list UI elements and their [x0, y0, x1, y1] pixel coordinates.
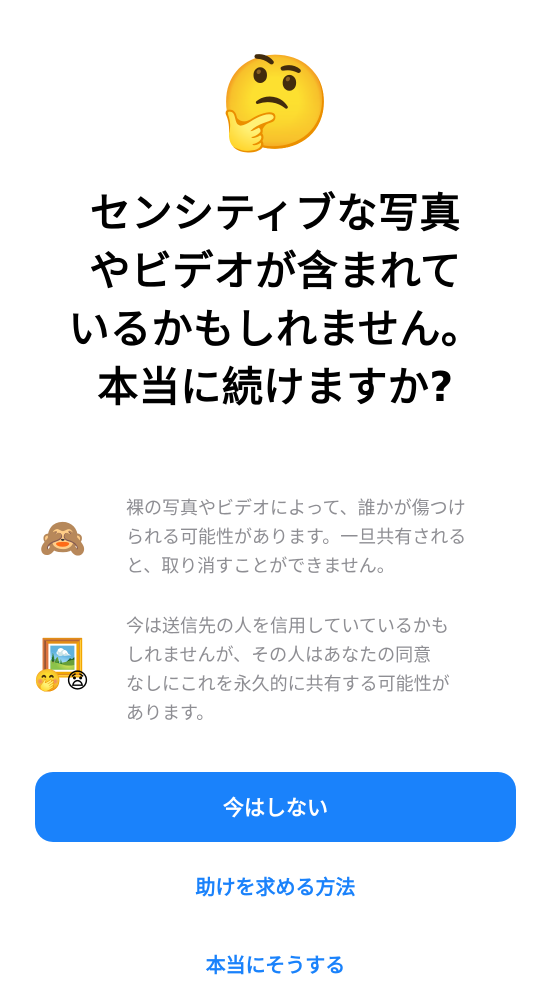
title-line: やビデオが含まれて — [89, 247, 462, 295]
hand-over-mouth-face-icon: 🤭 — [34, 669, 62, 694]
title-line: いるかもしれません。 — [68, 305, 483, 353]
get-help-link[interactable]: 助けを求める方法 — [0, 872, 551, 902]
confirm-continue-link[interactable]: 本当にそうする — [0, 950, 551, 980]
info-line: と、取り消すことができません。 — [126, 556, 395, 577]
not-now-button[interactable]: 今はしない — [35, 772, 516, 842]
title-line: 本当に続けますか? — [97, 363, 454, 411]
info-line: なしにこれを永久的に共有する可能性が — [126, 674, 450, 695]
title-line: センシティブな写真 — [89, 189, 462, 237]
anguished-face-icon: 😧 — [66, 669, 89, 694]
info-text: 今は送信先の人を信用していているかも しれませんが、その人はあなたの同意 なしに… — [126, 612, 551, 728]
see-no-evil-monkey-icon: 🙈 — [39, 515, 87, 560]
thinking-face-icon: 🤔 — [218, 49, 333, 156]
not-now-button-label: 今はしない — [223, 796, 328, 820]
info-line: られる可能性があります。一旦共有される — [126, 527, 467, 548]
info-line: あります。 — [126, 703, 215, 724]
info-line: 今は送信先の人を信用していているかも — [126, 616, 449, 637]
info-line: しれませんが、その人はあなたの同意 — [126, 645, 432, 666]
info-text: 裸の写真やビデオによって、誰かが傷つけ られる可能性があります。一旦共有される … — [126, 494, 551, 581]
framed-picture-with-faces-icon: 🖼️ 🤭 😧 — [34, 639, 92, 701]
warning-title: センシティブな写真 やビデオが含まれて いるかもしれません。 本当に続けますか? — [40, 184, 511, 416]
info-line: 裸の写真やビデオによって、誰かが傷つけ — [126, 498, 466, 519]
info-item-harm: 🙈 裸の写真やビデオによって、誰かが傷つけ られる可能性があります。一旦共有され… — [0, 494, 551, 581]
info-item-sharing: 🖼️ 🤭 😧 今は送信先の人を信用していているかも しれませんが、その人はあなた… — [0, 612, 551, 728]
